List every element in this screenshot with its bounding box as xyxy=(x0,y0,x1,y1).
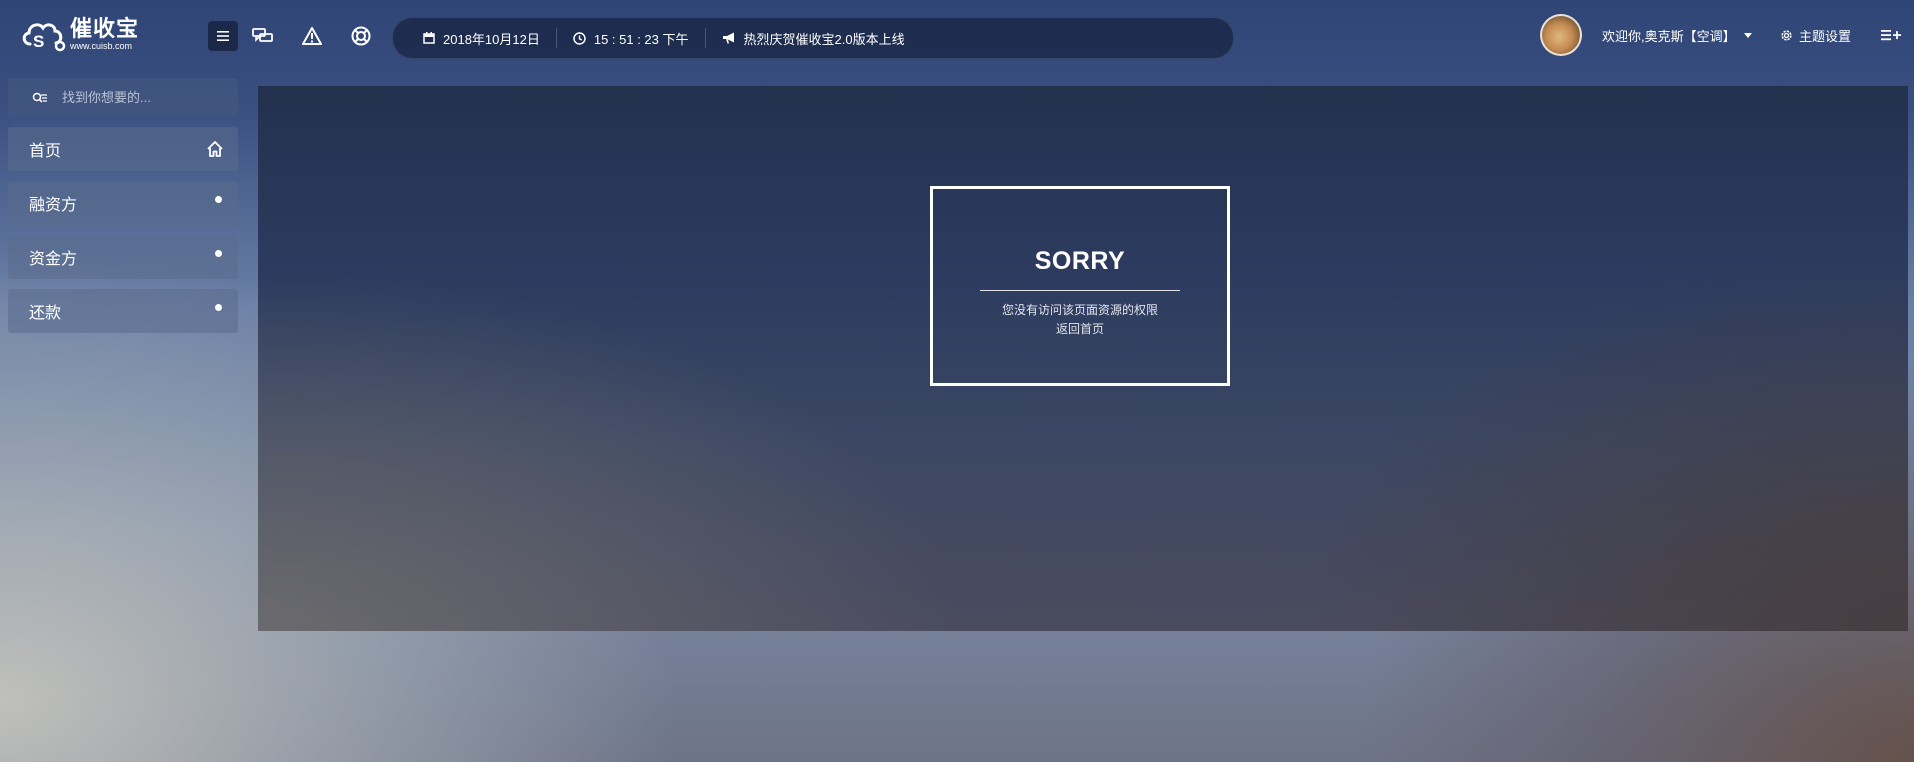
sidebar-item-label: 还款 xyxy=(29,305,62,322)
megaphone-icon xyxy=(722,32,734,44)
user-menu[interactable]: 欢迎你,奥克斯【空调】 xyxy=(1602,26,1752,45)
back-home-link[interactable]: 返回首页 xyxy=(1056,320,1104,339)
list-plus-icon xyxy=(1881,30,1901,41)
brand-name: 催收宝 xyxy=(70,15,140,41)
svg-text:S: S xyxy=(33,32,44,51)
dot-icon xyxy=(215,196,222,203)
date-text: 2018年10月12日 xyxy=(443,31,540,47)
error-title: SORRY xyxy=(1034,247,1126,275)
hamburger-icon xyxy=(217,31,229,41)
sidebar-item-home[interactable]: 首页 xyxy=(8,127,238,171)
menu-toggle-button[interactable] xyxy=(208,21,238,51)
alerts-button[interactable] xyxy=(297,21,327,51)
sidebar-item-label: 融资方 xyxy=(29,197,78,214)
date-display: 2018年10月12日 xyxy=(393,28,556,48)
theme-settings-label: 主题设置 xyxy=(1799,29,1852,44)
caret-down-icon xyxy=(1743,33,1752,38)
sidebar-item-funder[interactable]: 资金方 xyxy=(8,235,238,279)
more-menu-button[interactable] xyxy=(1880,24,1902,51)
logo[interactable]: S 催收宝 www.cuisb.com xyxy=(20,14,139,54)
messages-button[interactable] xyxy=(248,21,278,51)
main-content: SORRY 您没有访问该页面资源的权限 返回首页 xyxy=(258,86,1908,631)
home-icon xyxy=(207,141,223,157)
gear-icon xyxy=(1781,30,1792,41)
chat-icon xyxy=(252,28,273,42)
sidebar-item-financier[interactable]: 融资方 xyxy=(8,181,238,225)
time-display: 15 : 51 : 23 下午 xyxy=(555,28,705,48)
error-box: SORRY 您没有访问该页面资源的权限 返回首页 xyxy=(930,186,1230,386)
sidebar-search xyxy=(8,78,238,116)
avatar[interactable] xyxy=(1540,14,1582,56)
info-bar: 2018年10月12日 15 : 51 : 23 下午 热烈庆贺催收宝2.0版本… xyxy=(392,17,1234,59)
announcement[interactable]: 热烈庆贺催收宝2.0版本上线 xyxy=(704,28,921,48)
error-message: 您没有访问该页面资源的权限 xyxy=(1001,303,1158,317)
help-button[interactable] xyxy=(346,21,376,51)
top-header: S 催收宝 www.cuisb.com 2018年10月12日 15: 51 … xyxy=(0,0,1914,70)
search-icon xyxy=(32,92,47,103)
dot-icon xyxy=(215,250,222,257)
clock-icon xyxy=(573,31,586,45)
welcome-text: 欢迎你,奥克斯【空调】 xyxy=(1602,29,1736,44)
sidebar-item-label: 首页 xyxy=(29,143,62,160)
sidebar-item-label: 资金方 xyxy=(29,251,78,268)
search-input[interactable] xyxy=(60,88,224,106)
sidebar-item-repayment[interactable]: 还款 xyxy=(8,289,238,333)
dot-icon xyxy=(215,304,222,311)
warning-icon xyxy=(302,27,322,45)
divider xyxy=(980,290,1180,291)
time-text: 15 : 51 : 23 下午 xyxy=(593,31,689,47)
cloud-logo-icon: S xyxy=(22,23,66,52)
calendar-icon xyxy=(423,32,435,44)
brand-url: www.cuisb.com xyxy=(70,40,133,51)
lifebuoy-icon xyxy=(351,26,371,46)
theme-settings-button[interactable]: 主题设置 xyxy=(1780,26,1851,45)
announcement-text: 热烈庆贺催收宝2.0版本上线 xyxy=(743,31,905,47)
